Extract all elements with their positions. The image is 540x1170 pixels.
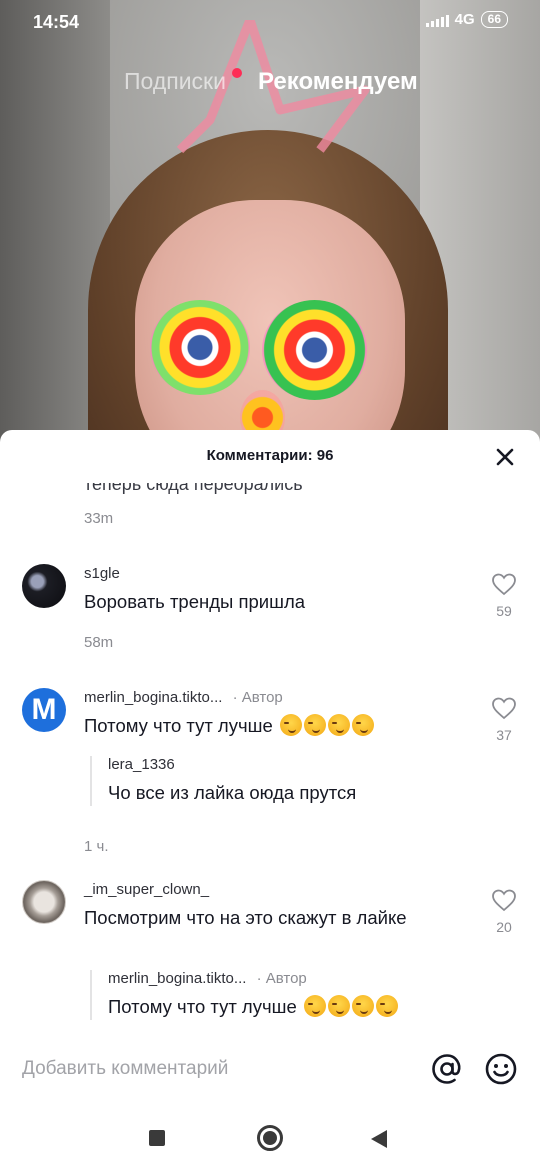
system-nav-bar <box>0 1105 540 1170</box>
avatar[interactable]: M <box>22 688 66 732</box>
reply-item: merlin_bogina.tikto... · Автор Потому чт… <box>90 970 510 1020</box>
video-background[interactable] <box>0 0 540 445</box>
smirking-face-emoji <box>303 995 326 1017</box>
comment-text: Потому что тут лучше <box>84 715 273 736</box>
reply-username-row[interactable]: merlin_bogina.tikto... · Автор <box>108 970 510 987</box>
home-button[interactable] <box>257 1125 283 1151</box>
tab-for-you[interactable]: Рекомендуем <box>258 68 418 96</box>
author-badge: · Автор <box>256 970 307 987</box>
reply-username[interactable]: lera_1336 <box>108 756 510 773</box>
reply-text: Чо все из лайка оюда прутся <box>108 782 357 803</box>
status-icons: 4G 66 <box>425 11 508 28</box>
like-button[interactable]: 59 <box>490 572 518 619</box>
comment-input-bar: Добавить комментарий <box>0 1038 540 1100</box>
close-icon[interactable] <box>492 444 518 470</box>
reply-text-row: Потому что тут лучше <box>108 995 510 1018</box>
reply-username: merlin_bogina.tikto... <box>108 970 247 987</box>
comment-input[interactable]: Добавить комментарий <box>22 1058 228 1080</box>
comment-username[interactable]: _im_super_clown_ <box>84 881 209 898</box>
smirking-face-emoji <box>375 995 398 1017</box>
network-type: 4G <box>454 11 475 28</box>
heart-outline-icon <box>492 697 516 720</box>
comments-list[interactable]: теперь сюда переорались 33m s1gle Ворова… <box>0 474 540 1034</box>
feed-tabs: Подписки Рекомендуем <box>0 68 540 104</box>
emoji-icon[interactable] <box>484 1052 518 1086</box>
like-count: 37 <box>496 727 512 743</box>
comment-time: 1 ч. <box>84 838 109 855</box>
smirking-face-emoji <box>327 995 350 1017</box>
back-button[interactable] <box>371 1130 387 1148</box>
smirking-face-emoji <box>351 714 374 736</box>
comment-username[interactable]: merlin_bogina.tikto... · Автор <box>84 689 283 706</box>
battery-icon: 66 <box>480 11 508 28</box>
author-badge: · Автор <box>232 689 283 706</box>
smirking-face-emoji <box>279 714 302 736</box>
like-count: 59 <box>496 603 512 619</box>
comment-time: 58m <box>84 634 114 651</box>
like-count: 20 <box>496 919 512 935</box>
comment-username-text: merlin_bogina.tikto... <box>84 689 223 706</box>
like-button[interactable]: 20 <box>490 888 518 935</box>
comments-title: Комментарии: 96 <box>206 447 334 464</box>
avatar[interactable] <box>22 880 66 924</box>
face-filter-left-eye <box>150 300 250 395</box>
smirking-face-emoji <box>303 714 326 736</box>
reply-text: Потому что тут лучше <box>108 996 297 1017</box>
new-content-dot <box>232 68 242 78</box>
reply-item: lera_1336 Чо все из лайка оюда прутся <box>90 756 510 806</box>
at-icon[interactable] <box>430 1052 464 1086</box>
partial-comment-time: 33m <box>84 510 114 527</box>
recents-button[interactable] <box>149 1130 165 1146</box>
like-button[interactable]: 37 <box>490 696 518 743</box>
avatar[interactable] <box>22 564 66 608</box>
status-time: 14:54 <box>33 12 80 32</box>
face-filter-right-eye <box>262 300 367 400</box>
comment-text-row: Потому что тут лучше <box>84 714 414 738</box>
smirking-face-emoji <box>351 995 374 1017</box>
tab-following[interactable]: Подписки <box>124 68 226 95</box>
comment-text: Посмотрим что на это скажут в лайке <box>84 907 407 928</box>
status-bar: 14:54 4G 66 <box>0 0 540 44</box>
heart-outline-icon <box>492 573 516 596</box>
smirking-face-emoji <box>327 714 350 736</box>
comment-text: Воровать тренды пришла <box>84 591 306 612</box>
heart-outline-icon <box>492 889 516 912</box>
partial-comment-text: теперь сюда переорались <box>84 474 303 494</box>
comment-username[interactable]: s1gle <box>84 565 120 582</box>
signal-icon <box>425 13 449 27</box>
